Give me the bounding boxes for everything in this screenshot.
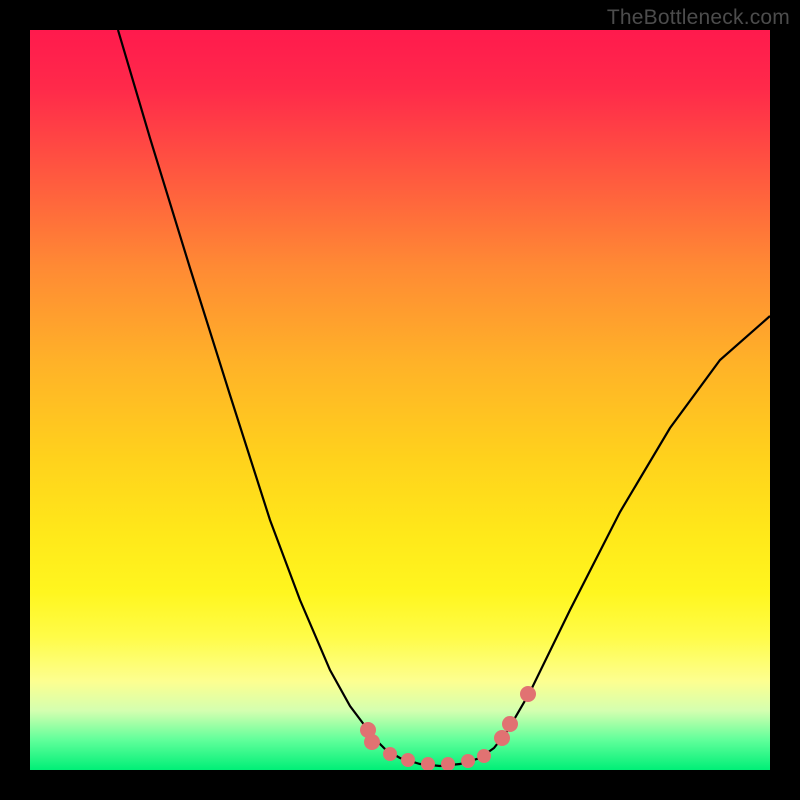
marker-dot	[494, 730, 510, 746]
watermark-text: TheBottleneck.com	[607, 6, 790, 30]
marker-dot	[364, 734, 380, 750]
plot-area	[30, 30, 770, 770]
marker-dot	[441, 757, 455, 770]
bottleneck-curve	[118, 30, 770, 766]
marker-dot	[421, 757, 435, 770]
marker-dot	[520, 686, 536, 702]
curve-svg	[30, 30, 770, 770]
marker-dot	[401, 753, 415, 767]
marker-dot	[502, 716, 518, 732]
marker-dot	[461, 754, 475, 768]
highlight-markers	[360, 686, 536, 770]
marker-dot	[383, 747, 397, 761]
outer-frame: TheBottleneck.com	[0, 0, 800, 800]
marker-dot	[477, 749, 491, 763]
